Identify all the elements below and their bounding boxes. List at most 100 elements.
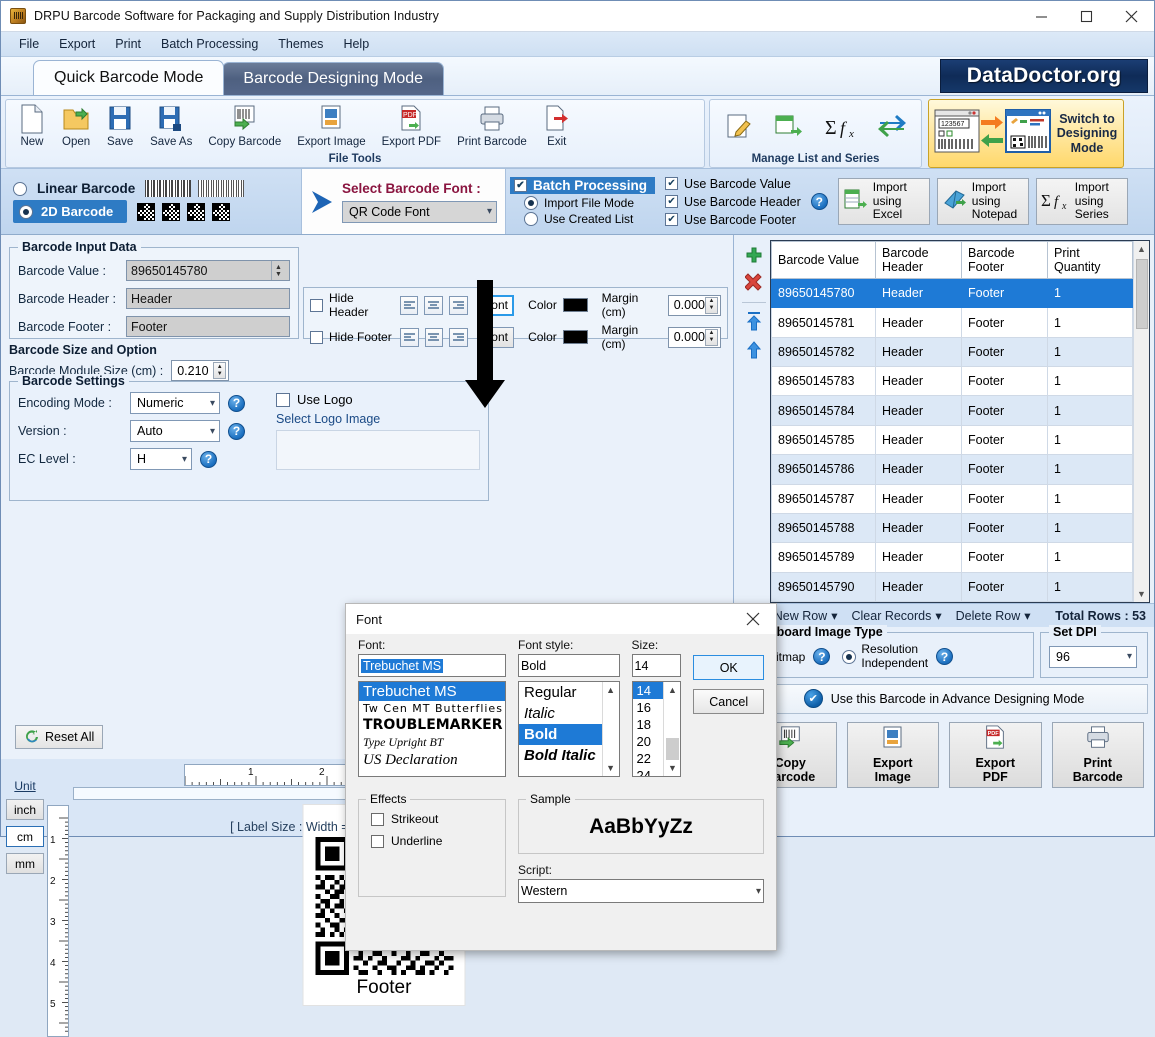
cell-print-quantity[interactable]: 1 [1047, 483, 1133, 514]
move-to-top-icon[interactable] [745, 311, 763, 334]
header-margin-input[interactable]: 0.000 ▲ ▼ [667, 294, 721, 316]
cell-barcode-footer[interactable]: Footer [961, 542, 1048, 573]
col-barcode-footer[interactable]: Barcode Footer [961, 241, 1048, 279]
font-dialog-cancel-button[interactable]: Cancel [693, 689, 764, 714]
logo-preview-box[interactable] [276, 430, 480, 470]
tab-quick-barcode-mode[interactable]: Quick Barcode Mode [33, 60, 225, 95]
unit-button-mm[interactable]: mm [6, 853, 44, 874]
menu-file[interactable]: File [9, 34, 49, 54]
scroll-up-arrow[interactable]: ▲ [1134, 241, 1149, 257]
version-select[interactable]: Auto ▾ [130, 420, 220, 442]
cell-barcode-value[interactable]: 89650145781 [771, 307, 876, 338]
cell-barcode-footer[interactable]: Footer [961, 307, 1048, 338]
delete-row-menu[interactable]: Delete Row ▾ [950, 606, 1037, 625]
header-align-left-button[interactable] [399, 295, 419, 315]
cell-barcode-header[interactable]: Header [875, 454, 962, 485]
help-icon-ec[interactable]: ? [200, 450, 217, 468]
font-style-list[interactable]: Regular Italic Bold Bold Italic ▲ ▼ [518, 681, 620, 777]
ribbon-print-barcode-button[interactable]: Print Barcode [449, 103, 535, 149]
ec-level-select[interactable]: H ▾ [130, 448, 192, 470]
twod-barcode-selected[interactable]: 2D Barcode [13, 200, 128, 223]
use-barcode-value-checkbox[interactable] [665, 177, 679, 190]
menu-batch-processing[interactable]: Batch Processing [151, 34, 268, 54]
cell-barcode-header[interactable]: Header [875, 395, 962, 426]
font-list-item[interactable]: Type Upright BT [359, 734, 505, 751]
advance-designing-mode-bar[interactable]: ✔ Use this Barcode in Advance Designing … [740, 683, 1148, 714]
font-style-input[interactable]: Bold [518, 654, 620, 677]
use-created-list-radio[interactable] [524, 212, 538, 226]
font-size-list-item[interactable]: 14 [632, 682, 664, 699]
style-list-scrollbar[interactable]: ▲ ▼ [601, 682, 619, 776]
resolution-independent-radio[interactable] [842, 649, 857, 664]
use-barcode-header-checkbox[interactable] [665, 195, 679, 208]
font-size-input[interactable]: 14 [631, 654, 682, 677]
footer-margin-spinner[interactable]: ▲ ▼ [704, 328, 718, 346]
size-list-scroll-up[interactable]: ▲ [668, 682, 677, 698]
strikeout-option[interactable]: Strikeout [371, 812, 505, 826]
table-row[interactable]: 89650145787 Header Footer 1 [771, 483, 1133, 514]
font-family-input[interactable]: Trebuchet MS [358, 654, 506, 677]
add-row-icon[interactable] [745, 246, 763, 267]
import-file-mode-option[interactable]: Import File Mode [510, 196, 655, 210]
ribbon-new-button[interactable]: New [10, 103, 54, 149]
help-icon-bitmap[interactable]: ? [813, 648, 831, 666]
table-row[interactable]: 89650145786 Header Footer 1 [771, 454, 1133, 485]
cell-barcode-footer[interactable]: Footer [961, 424, 1048, 456]
dpi-select[interactable]: 96 ▾ [1049, 645, 1137, 668]
menu-themes[interactable]: Themes [268, 34, 333, 54]
cell-print-quantity[interactable]: 1 [1047, 571, 1133, 602]
font-list-item[interactable]: Tw Cen MT Butterflies [359, 701, 505, 716]
barcode-value-input[interactable]: 89650145780 ▲ ▼ [126, 260, 290, 281]
menu-help[interactable]: Help [333, 34, 379, 54]
footer-color-swatch[interactable] [562, 330, 588, 344]
cell-barcode-footer[interactable]: Footer [961, 366, 1048, 397]
script-select[interactable]: Western ▾ [518, 879, 764, 903]
cell-barcode-value[interactable]: 89650145789 [771, 542, 876, 573]
tab-barcode-designing-mode[interactable]: Barcode Designing Mode [222, 62, 445, 95]
linear-barcode-radio[interactable] [13, 181, 27, 196]
cell-barcode-footer[interactable]: Footer [961, 336, 1048, 368]
font-style-list-item[interactable]: Bold [519, 724, 602, 745]
table-row[interactable]: 89650145781 Header Footer 1 [771, 307, 1133, 338]
col-print-quantity[interactable]: Print Quantity [1047, 241, 1133, 279]
ribbon-exit-button[interactable]: Exit [535, 103, 579, 149]
use-barcode-footer-checkbox[interactable] [665, 213, 679, 226]
font-size-list-item[interactable]: 24 [633, 767, 664, 776]
use-barcode-header-option[interactable]: Use Barcode Header [665, 195, 801, 209]
size-list-scroll-down[interactable]: ▼ [668, 760, 677, 776]
hide-footer-checkbox[interactable] [310, 330, 323, 344]
delete-row-icon[interactable] [744, 273, 763, 294]
switch-to-designing-mode-button[interactable]: 123567 Switch to Designing Mode [928, 99, 1124, 168]
cell-barcode-header[interactable]: Header [875, 336, 962, 368]
table-row[interactable]: 89650145790 Header Footer 1 [771, 571, 1133, 602]
footer-margin-input[interactable]: 0.000 ▲ ▼ [667, 326, 721, 348]
help-icon-encoding[interactable]: ? [228, 394, 245, 412]
barcode-font-select[interactable]: QR Code Font ▾ [342, 200, 497, 223]
close-button[interactable] [1109, 1, 1154, 32]
size-list-scrollbar[interactable]: ▲ ▼ [663, 682, 681, 776]
style-list-scroll-down[interactable]: ▼ [606, 760, 615, 776]
font-size-list-item[interactable]: 18 [633, 716, 664, 733]
cell-print-quantity[interactable]: 1 [1047, 542, 1133, 573]
cell-barcode-footer[interactable]: Footer [961, 277, 1048, 309]
scroll-thumb[interactable] [1135, 259, 1148, 329]
export-image-button[interactable]: Export Image [846, 721, 939, 788]
clear-records-menu[interactable]: Clear Records ▾ [845, 606, 947, 625]
font-list-item[interactable]: TROUBLEMARKER [359, 716, 505, 734]
cell-barcode-footer[interactable]: Footer [961, 512, 1048, 544]
module-size-input[interactable]: 0.210 ▲ ▼ [171, 360, 230, 381]
cell-barcode-header[interactable]: Header [875, 571, 962, 602]
cell-barcode-value[interactable]: 89650145780 [771, 277, 876, 309]
cell-barcode-header[interactable]: Header [875, 512, 962, 544]
cell-barcode-header[interactable]: Header [875, 424, 962, 456]
footer-align-left-button[interactable] [399, 327, 419, 347]
resolution-independent-option[interactable]: Resolution Independent [842, 642, 928, 671]
barcode-header-input[interactable]: Header [126, 288, 290, 309]
footer-align-center-button[interactable] [424, 327, 444, 347]
swap-arrows-icon[interactable] [877, 112, 907, 145]
table-row[interactable]: 89650145784 Header Footer 1 [771, 395, 1133, 426]
cell-barcode-header[interactable]: Header [875, 483, 962, 514]
barcode-value-spinner[interactable]: ▲ ▼ [271, 261, 285, 280]
table-row[interactable]: 89650145788 Header Footer 1 [771, 512, 1133, 544]
font-size-list-item[interactable]: 20 [633, 733, 664, 750]
